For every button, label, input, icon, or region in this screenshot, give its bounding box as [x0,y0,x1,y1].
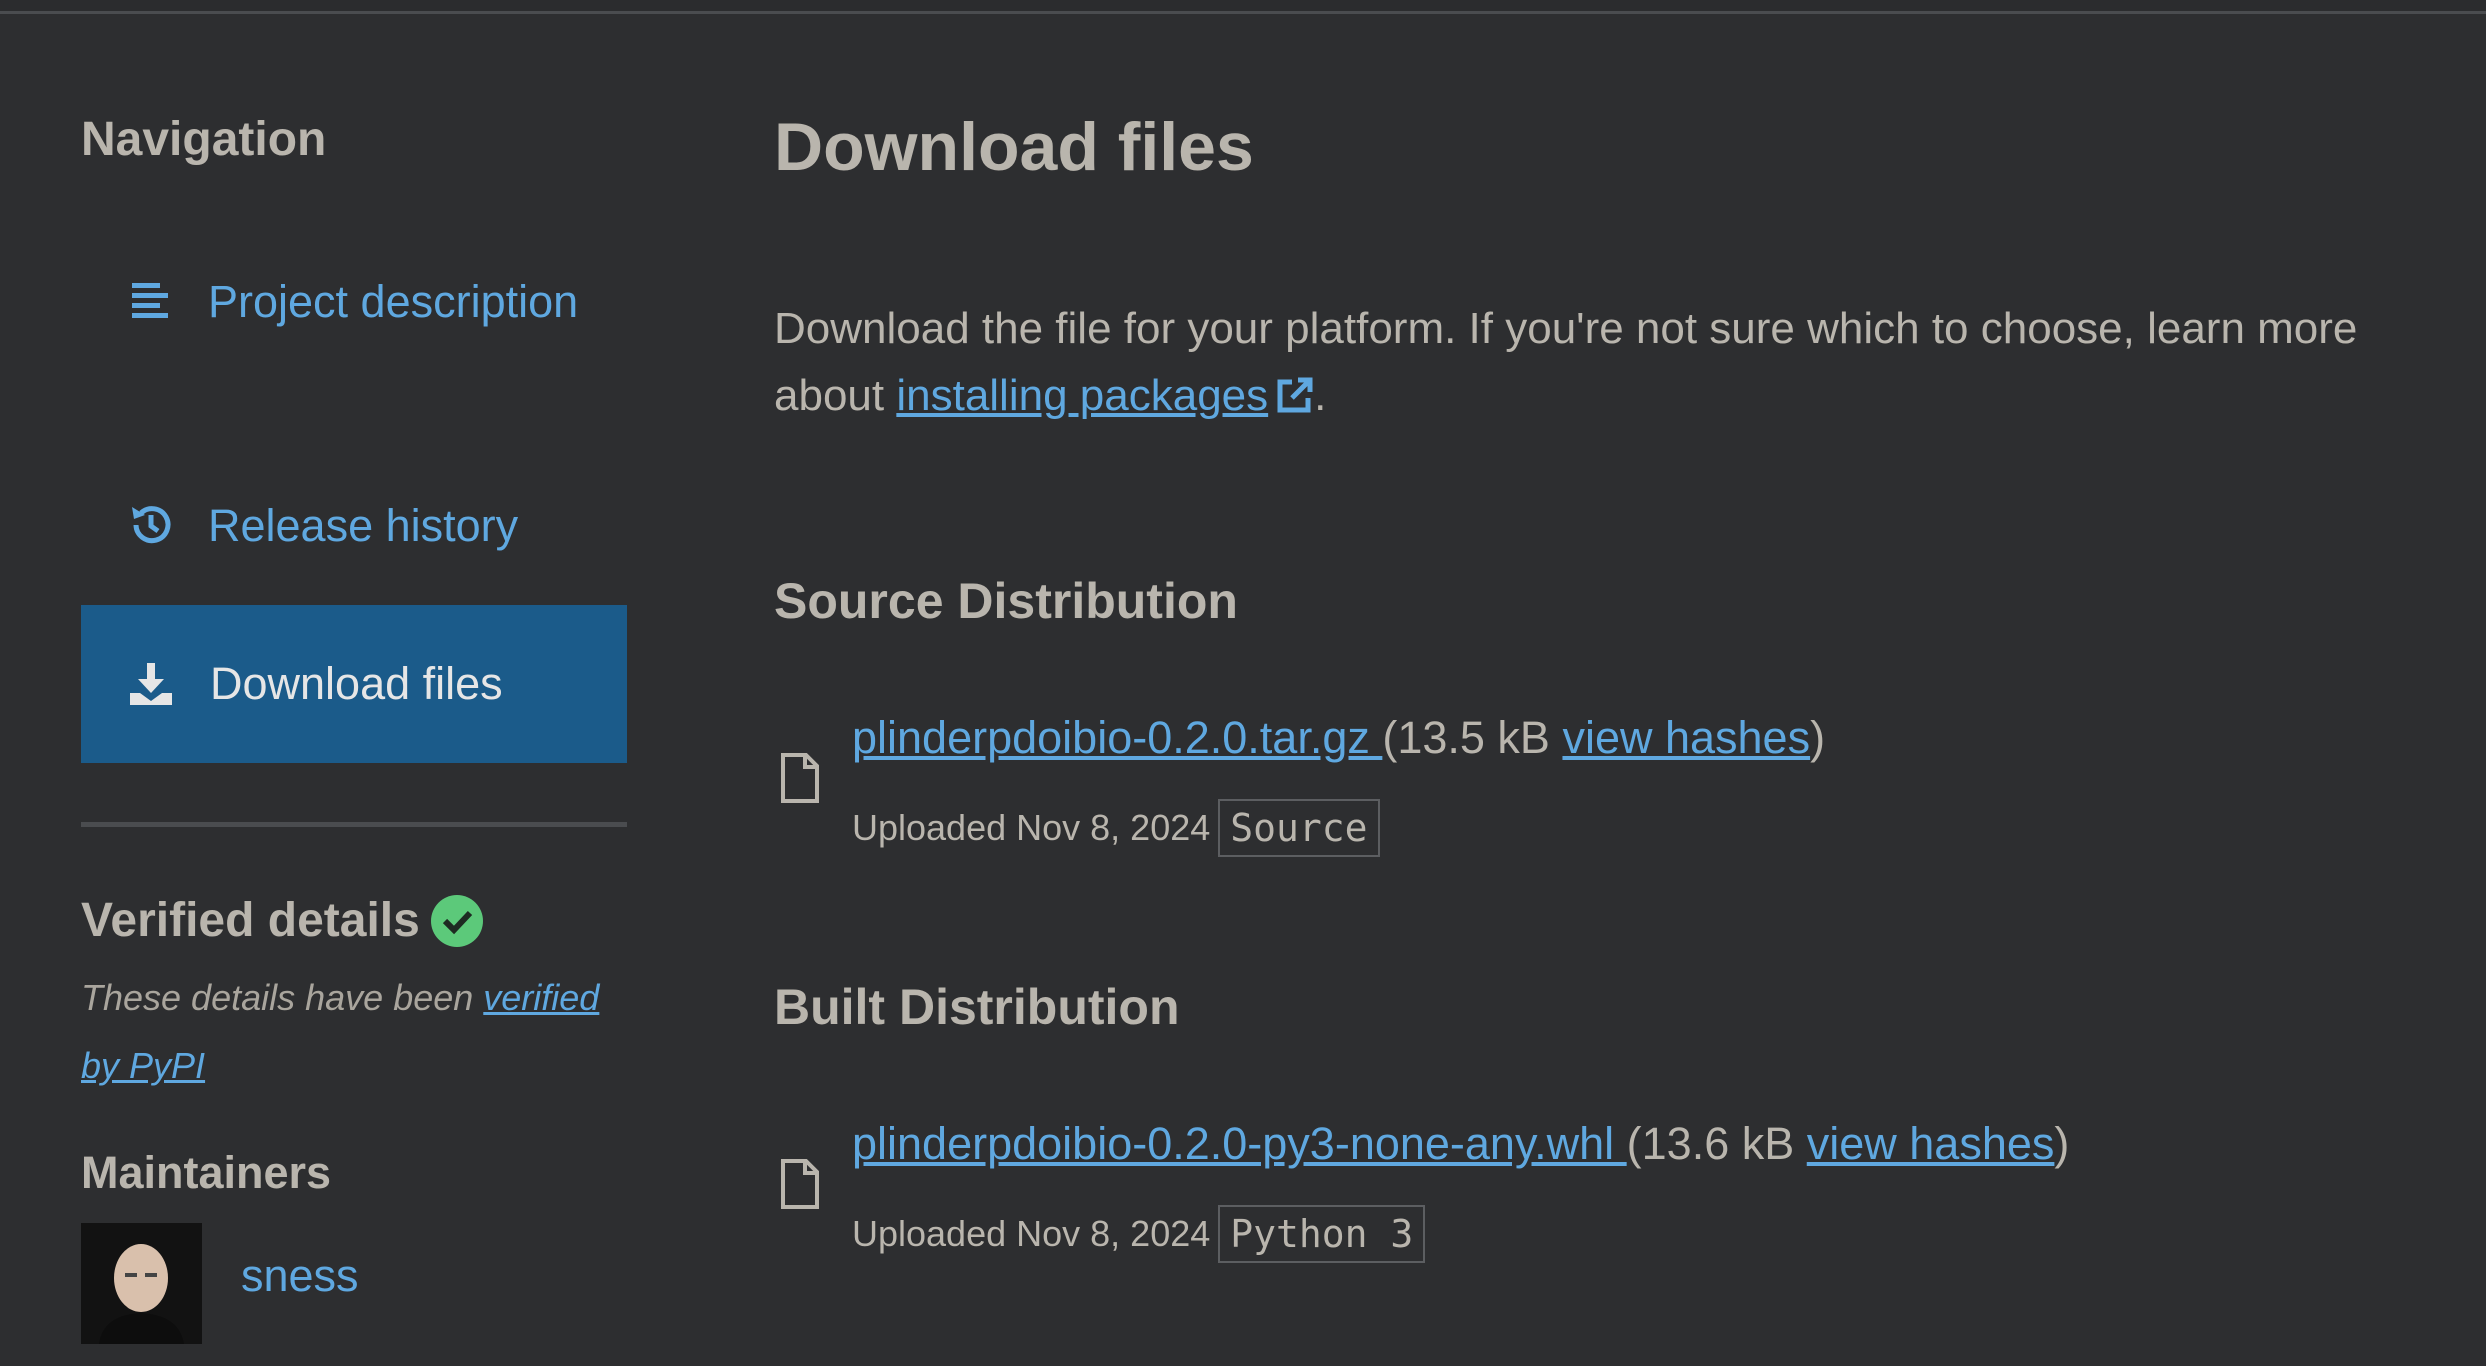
file-line-close: ) [2054,1118,2070,1169]
file-line-close: ) [1810,712,1826,763]
file-size: (13.5 kB [1382,712,1563,763]
verified-details-title: Verified details [81,894,420,947]
maintainers-heading: Maintainers [81,1147,332,1198]
nav-project-description-label: Project description [208,276,579,327]
top-border [0,0,2486,14]
verified-check-icon [430,894,483,947]
file-size: (13.6 kB [1626,1118,1807,1169]
verified-note: These details have been verified by PyPI [81,964,641,1100]
upload-date: Uploaded Nov 8, 2024 [852,807,1211,848]
source-distribution-heading: Source Distribution [774,573,1238,629]
sidebar-divider [81,822,627,827]
nav-release-history-label: Release history [208,500,519,551]
upload-date: Uploaded Nov 8, 2024 [852,1213,1211,1254]
intro-text: Download the file for your platform. If … [774,295,2454,429]
nav-download-files[interactable]: Download files [81,605,627,763]
nav-project-description[interactable]: Project description [126,268,626,335]
external-link-icon [1277,377,1313,413]
file-icon [781,753,819,803]
installing-packages-link[interactable]: installing packages [896,371,1314,420]
wheel-file-link[interactable]: plinderpdoibio-0.2.0-py3-none-any.whl [852,1118,1627,1169]
page-title: Download files [774,109,1254,185]
source-file-link[interactable]: plinderpdoibio-0.2.0.tar.gz [852,712,1382,763]
file-line: plinderpdoibio-0.2.0-py3-none-any.whl (1… [852,1118,2069,1170]
file-icon [781,1159,819,1209]
view-hashes-link[interactable]: view hashes [1807,1118,2055,1169]
file-line: plinderpdoibio-0.2.0.tar.gz (13.5 kB vie… [852,712,1825,764]
intro-suffix: . [1314,371,1327,420]
built-distribution-heading: Built Distribution [774,979,1180,1035]
avatar[interactable] [81,1223,202,1344]
file-meta: Uploaded Nov 8, 2024 Source [852,799,1380,857]
verified-details-heading: Verified details [81,893,484,948]
navigation-heading: Navigation [81,113,327,166]
nav-download-files-label: Download files [210,658,503,709]
maintainer-link[interactable]: sness [241,1250,359,1302]
verified-note-text: These details have been [81,977,484,1018]
align-left-icon [132,283,168,318]
history-icon [132,506,171,544]
view-hashes-link[interactable]: view hashes [1562,712,1810,763]
avatar-image [81,1223,202,1344]
file-meta: Uploaded Nov 8, 2024 Python 3 [852,1205,1426,1263]
file-type-badge: Python 3 [1218,1205,1426,1263]
download-icon [130,663,172,705]
file-type-badge: Source [1218,799,1380,857]
installing-packages-label: installing packages [896,371,1269,420]
nav-release-history[interactable]: Release history [126,492,626,559]
